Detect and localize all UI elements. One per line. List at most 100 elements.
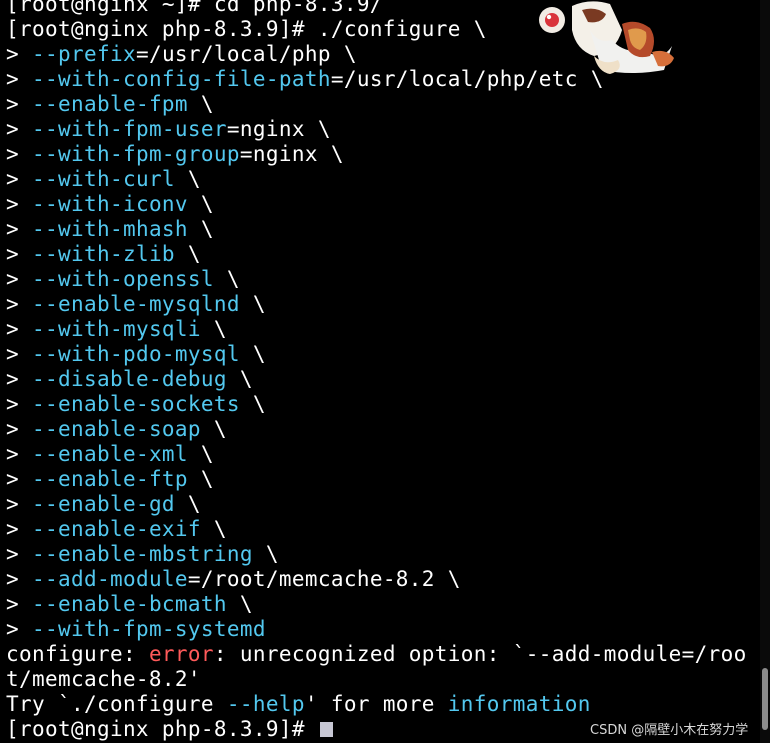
terminal-line: > --with-iconv \: [0, 192, 760, 217]
terminal-line: > --with-zlib \: [0, 242, 760, 267]
configure-option-value: \: [200, 517, 227, 541]
continuation-prompt: >: [6, 267, 32, 291]
configure-option-flag: --enable-bcmath: [32, 592, 227, 616]
configure-option-flag: --enable-gd: [32, 492, 175, 516]
shell-prompt: [root@nginx php-8.3.9]#: [6, 717, 318, 741]
terminal-line: > --with-pdo-mysql \: [0, 342, 760, 367]
continuation-prompt: >: [6, 567, 32, 591]
command-text: cd php-8.3.9/: [213, 0, 383, 16]
terminal-line: t/memcache-8.2': [0, 667, 760, 692]
continuation-prompt: >: [6, 417, 32, 441]
configure-option-value: \: [187, 467, 214, 491]
shell-prompt: [root@nginx ~]#: [6, 0, 214, 16]
scrollbar-thumb[interactable]: [762, 668, 768, 730]
terminal-line: > --enable-ftp \: [0, 467, 760, 492]
configure-option-flag: --enable-sockets: [32, 392, 240, 416]
output-text: t/memcache-8.2': [6, 667, 201, 691]
terminal-window[interactable]: [root@nginx ~]# cd php-8.3.9/ [root@nginx…: [0, 0, 760, 743]
configure-option-flag: --with-curl: [32, 167, 175, 191]
continuation-prompt: >: [6, 517, 32, 541]
continuation-prompt: >: [6, 42, 32, 66]
configure-option-value: \: [226, 367, 253, 391]
configure-option-value: \: [200, 417, 227, 441]
configure-option-value: \: [239, 342, 266, 366]
continuation-prompt: >: [6, 242, 32, 266]
hint-information: information: [447, 692, 591, 716]
terminal-line: > --with-fpm-user=nginx \: [0, 117, 760, 142]
terminal-line: > --with-mysqli \: [0, 317, 760, 342]
error-source: configure:: [6, 642, 149, 666]
continuation-prompt: >: [6, 317, 32, 341]
hint-text: Try `./configure: [6, 692, 227, 716]
terminal-line: configure: error: unrecognized option: `…: [0, 642, 760, 667]
terminal-line: > --with-fpm-systemd: [0, 617, 760, 642]
configure-option-value: \: [226, 592, 253, 616]
configure-option-flag: --enable-soap: [32, 417, 201, 441]
hint-help-flag: --help: [226, 692, 305, 716]
continuation-prompt: >: [6, 92, 32, 116]
configure-option-flag: --with-iconv: [32, 192, 188, 216]
configure-option-value: \: [252, 542, 279, 566]
configure-option-value: \: [187, 217, 214, 241]
configure-option-value: \: [174, 242, 201, 266]
continuation-prompt: >: [6, 117, 32, 141]
terminal-line: > --enable-soap \: [0, 417, 760, 442]
configure-option-flag: --with-config-file-path: [32, 67, 331, 91]
terminal-line: > --enable-sockets \: [0, 392, 760, 417]
continuation-prompt: >: [6, 167, 32, 191]
terminal-line: > --enable-exif \: [0, 517, 760, 542]
text-cursor: [319, 722, 333, 737]
terminal-line: > --disable-debug \: [0, 367, 760, 392]
configure-option-value: =nginx \: [239, 142, 344, 166]
configure-option-value: \: [187, 92, 214, 116]
anime-sticker-decoration: [539, 1, 674, 74]
configure-option-value: =nginx \: [226, 117, 331, 141]
error-message: : unrecognized option: `--add-module=/ro…: [213, 642, 747, 666]
configure-option-flag: --enable-ftp: [32, 467, 188, 491]
continuation-prompt: >: [6, 192, 32, 216]
terminal-line: > --enable-bcmath \: [0, 592, 760, 617]
terminal-line: > --enable-fpm \: [0, 92, 760, 117]
configure-option-value: \: [200, 317, 227, 341]
configure-option-flag: --with-mhash: [32, 217, 188, 241]
configure-option-flag: --enable-mysqlnd: [32, 292, 240, 316]
configure-option-flag: --enable-fpm: [32, 92, 188, 116]
configure-option-flag: --with-fpm-user: [32, 117, 227, 141]
continuation-prompt: >: [6, 142, 32, 166]
continuation-prompt: >: [6, 617, 32, 641]
configure-option-value: \: [174, 492, 201, 516]
configure-option-value: \: [213, 267, 240, 291]
continuation-prompt: >: [6, 67, 32, 91]
terminal-line: > --add-module=/root/memcache-8.2 \: [0, 567, 760, 592]
command-text: ./configure \: [317, 17, 487, 41]
terminal-line: > --enable-gd \: [0, 492, 760, 517]
terminal-line: > --enable-mysqlnd \: [0, 292, 760, 317]
configure-option-flag: --with-fpm-group: [32, 142, 240, 166]
continuation-prompt: >: [6, 492, 32, 516]
terminal-output: [root@nginx ~]# cd php-8.3.9/ [root@nginx…: [0, 0, 760, 742]
configure-option-value: \: [187, 192, 214, 216]
vertical-scrollbar[interactable]: [760, 0, 770, 743]
configure-option-flag: --with-pdo-mysql: [32, 342, 240, 366]
error-label: error: [148, 642, 214, 666]
configure-option-flag: --enable-exif: [32, 517, 201, 541]
hint-text: ' for more: [304, 692, 448, 716]
terminal-line: > --with-openssl \: [0, 267, 760, 292]
configure-option-flag: --with-zlib: [32, 242, 175, 266]
configure-option-flag: --with-mysqli: [32, 317, 201, 341]
continuation-prompt: >: [6, 292, 32, 316]
configure-option-flag: --with-openssl: [32, 267, 214, 291]
continuation-prompt: >: [6, 367, 32, 391]
configure-option-flag: --enable-xml: [32, 442, 188, 466]
terminal-line: > --enable-xml \: [0, 442, 760, 467]
terminal-line: > --with-mhash \: [0, 217, 760, 242]
terminal-line: > --with-fpm-group=nginx \: [0, 142, 760, 167]
continuation-prompt: >: [6, 442, 32, 466]
terminal-line: > --with-curl \: [0, 167, 760, 192]
terminal-line: > --enable-mbstring \: [0, 542, 760, 567]
configure-option-value: =/root/memcache-8.2 \: [187, 567, 461, 591]
configure-option-flag: --prefix: [32, 42, 136, 66]
continuation-prompt: >: [6, 542, 32, 566]
configure-option-flag: --enable-mbstring: [32, 542, 253, 566]
configure-option-value: =/usr/local/php \: [135, 42, 357, 66]
